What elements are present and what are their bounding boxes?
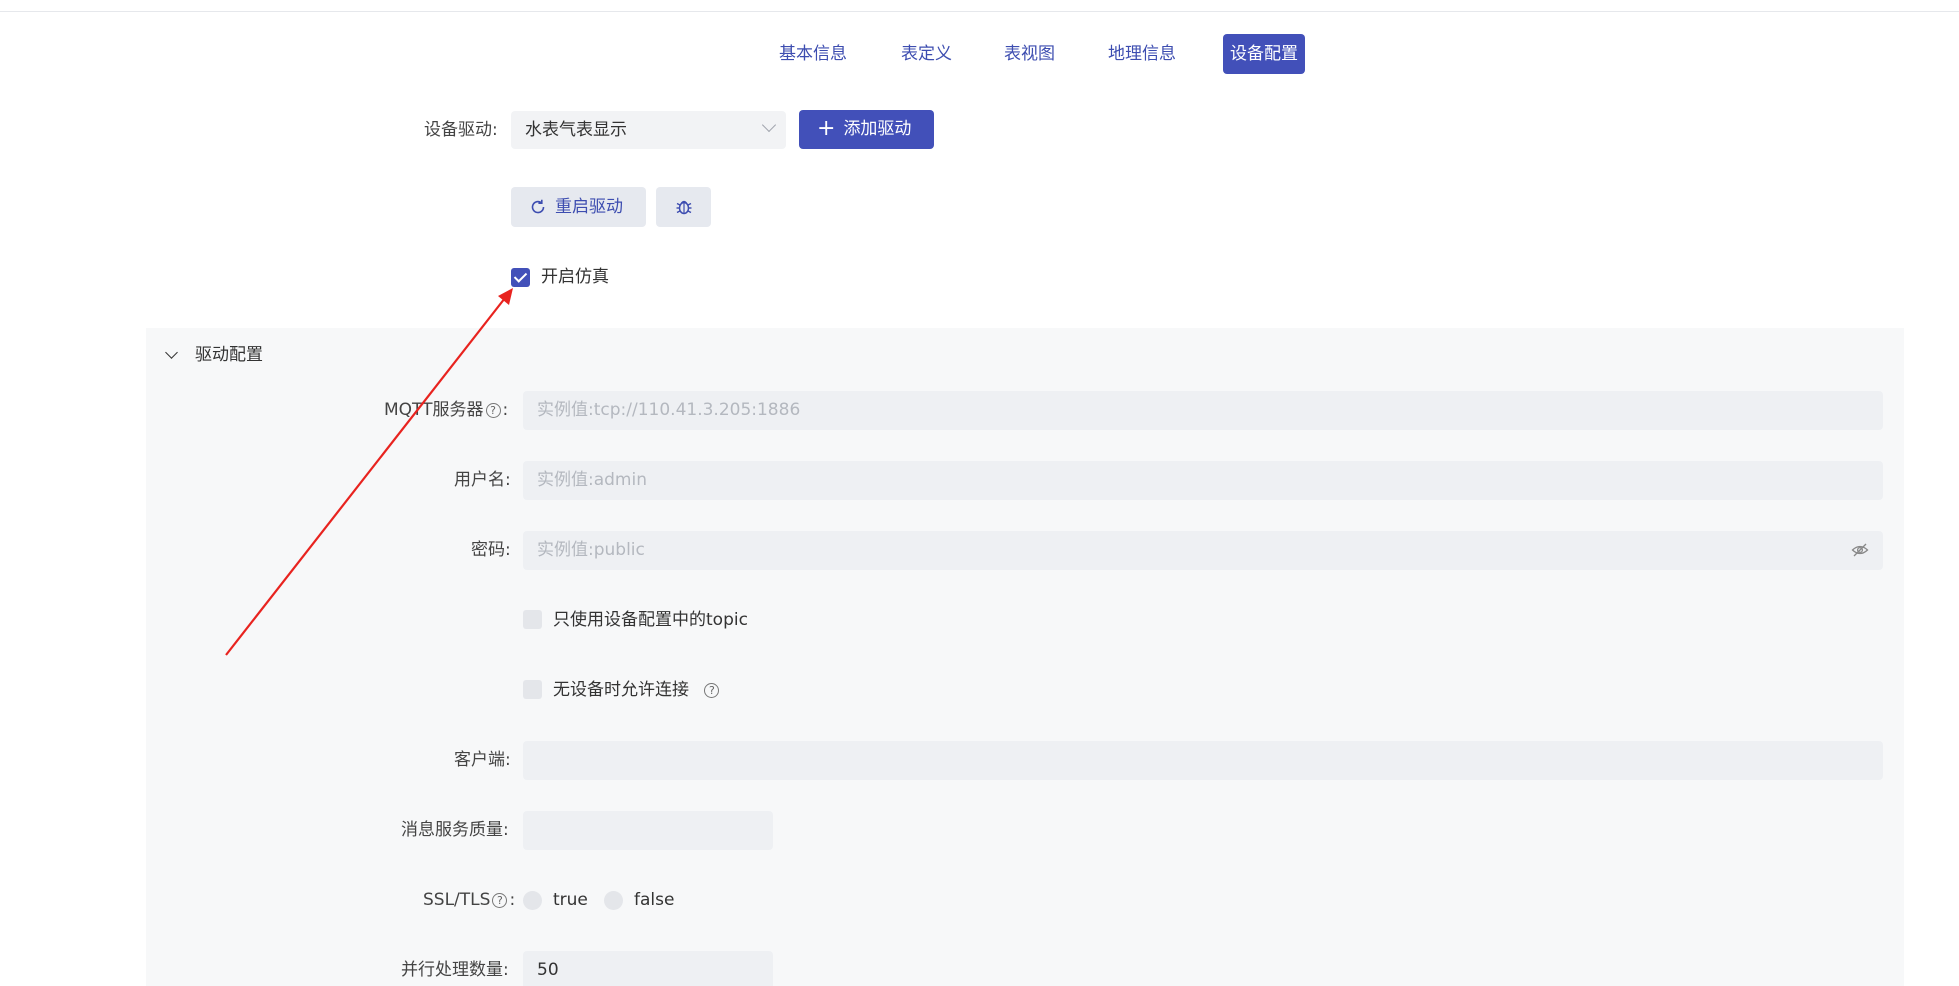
- simulation-label[interactable]: 开启仿真: [541, 265, 609, 289]
- add-driver-button[interactable]: + 添加驱动: [799, 110, 934, 149]
- parallel-label: 并行处理数量:: [401, 960, 509, 980]
- username-placeholder: 实例值:admin: [537, 470, 647, 490]
- tab-bar: 基本信息 表定义 表视图 地理信息 设备配置: [0, 34, 1959, 74]
- help-icon[interactable]: ?: [485, 402, 501, 418]
- ssl-true-label[interactable]: true: [553, 888, 588, 912]
- ssl-label-text: SSL/TLS: [423, 890, 491, 910]
- plus-icon: +: [817, 116, 836, 141]
- only-topic-label[interactable]: 只使用设备配置中的topic: [553, 608, 748, 632]
- allow-no-device-label[interactable]: 无设备时允许连接 ?: [553, 678, 721, 702]
- tab-table-view[interactable]: 表视图: [997, 34, 1062, 74]
- top-divider: [0, 11, 1959, 12]
- username-input[interactable]: 实例值:admin: [523, 461, 1883, 500]
- password-label: 密码:: [471, 540, 511, 560]
- mqtt-server-placeholder: 实例值:tcp://110.41.3.205:1886: [537, 400, 801, 420]
- tab-basic-info[interactable]: 基本信息: [772, 34, 854, 74]
- mqtt-server-label-text: MQTT服务器: [384, 400, 484, 420]
- username-label: 用户名:: [454, 470, 511, 490]
- ssl-false-radio[interactable]: [604, 891, 623, 910]
- restart-driver-button[interactable]: 重启驱动: [511, 187, 646, 227]
- debug-button[interactable]: [656, 187, 711, 227]
- ssl-true-radio[interactable]: [523, 891, 542, 910]
- chevron-down-icon: [761, 117, 777, 133]
- ssl-label: SSL/TLS?:: [423, 881, 515, 919]
- ssl-false-label[interactable]: false: [634, 888, 674, 912]
- qos-label: 消息服务质量:: [401, 820, 509, 840]
- tab-table-definition[interactable]: 表定义: [894, 34, 959, 74]
- client-input[interactable]: [523, 741, 1883, 780]
- mqtt-server-label: MQTT服务器?:: [384, 391, 508, 429]
- parallel-input[interactable]: 50: [523, 951, 773, 986]
- eye-off-icon[interactable]: [1851, 542, 1869, 558]
- device-driver-selected: 水表气表显示: [525, 120, 627, 140]
- device-driver-label: 设备驱动:: [424, 120, 498, 140]
- device-driver-select[interactable]: 水表气表显示: [511, 111, 786, 149]
- ssl-colon: :: [509, 890, 516, 910]
- refresh-icon: [531, 199, 545, 214]
- mqtt-server-input[interactable]: 实例值:tcp://110.41.3.205:1886: [523, 391, 1883, 430]
- allow-no-device-label-text: 无设备时允许连接: [553, 680, 689, 700]
- bug-icon: [676, 200, 691, 215]
- tab-geo-info[interactable]: 地理信息: [1101, 34, 1183, 74]
- help-icon[interactable]: ?: [704, 682, 720, 698]
- simulation-checkbox[interactable]: [511, 268, 530, 287]
- device-config-page: 基本信息 表定义 表视图 地理信息 设备配置 设备驱动: 水表气表显示 + 添加驱…: [0, 0, 1959, 986]
- mqtt-server-colon: :: [502, 400, 509, 420]
- help-icon[interactable]: ?: [492, 892, 508, 908]
- add-driver-label: 添加驱动: [843, 119, 912, 139]
- driver-config-title[interactable]: 驱动配置: [195, 343, 263, 367]
- allow-no-device-checkbox[interactable]: [523, 680, 542, 699]
- client-label: 客户端:: [454, 750, 511, 770]
- only-topic-checkbox[interactable]: [523, 610, 542, 629]
- qos-input[interactable]: [523, 811, 773, 850]
- password-input[interactable]: 实例值:public: [523, 531, 1883, 570]
- tab-device-config[interactable]: 设备配置: [1223, 34, 1305, 74]
- restart-driver-label: 重启驱动: [555, 197, 623, 217]
- password-placeholder: 实例值:public: [537, 540, 645, 560]
